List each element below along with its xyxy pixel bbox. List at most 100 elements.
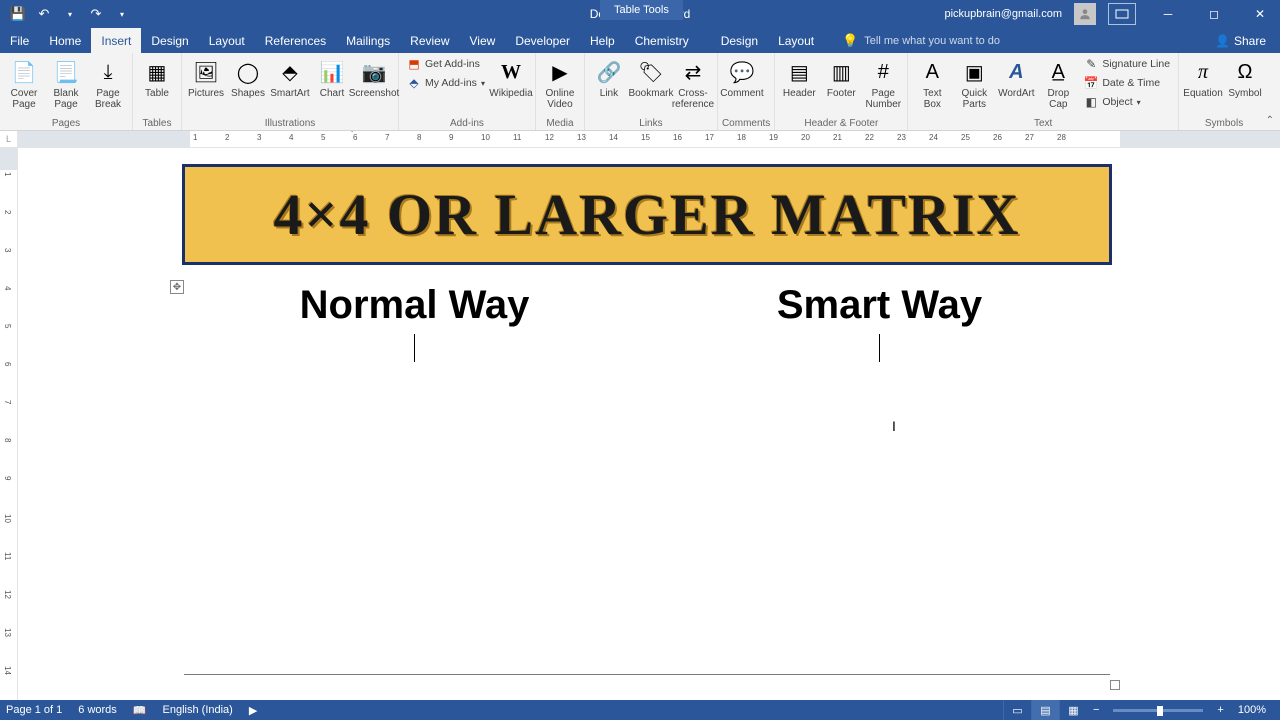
tab-table-design[interactable]: Design bbox=[711, 28, 768, 53]
comment-button[interactable]: 💬Comment bbox=[722, 55, 762, 99]
table-button[interactable]: ▦Table bbox=[137, 55, 177, 99]
screenshot-button[interactable]: 📷Screenshot bbox=[354, 55, 394, 99]
tell-me-search[interactable]: 💡 Tell me what you want to do bbox=[842, 28, 1000, 53]
pagenumber-button[interactable]: #PageNumber bbox=[863, 55, 903, 110]
avatar-icon[interactable] bbox=[1074, 3, 1096, 25]
equation-icon: π bbox=[1189, 57, 1217, 87]
tab-table-layout[interactable]: Layout bbox=[768, 28, 824, 53]
tab-references[interactable]: References bbox=[255, 28, 336, 53]
read-mode-button[interactable]: ▭ bbox=[1003, 700, 1031, 720]
link-button[interactable]: 🔗Link bbox=[589, 55, 629, 99]
ruler-vertical[interactable]: 1234567891011121314 bbox=[0, 148, 18, 700]
status-page[interactable]: Page 1 of 1 bbox=[6, 704, 62, 716]
wordart-button[interactable]: AWordArt bbox=[996, 55, 1036, 99]
blank-page-label: BlankPage bbox=[53, 88, 78, 110]
zoom-level[interactable]: 100% bbox=[1230, 704, 1274, 716]
tab-help[interactable]: Help bbox=[580, 28, 625, 53]
table-resize-handle[interactable] bbox=[1110, 680, 1120, 690]
chart-button[interactable]: 📊Chart bbox=[312, 55, 352, 99]
tab-review[interactable]: Review bbox=[400, 28, 459, 53]
title-banner[interactable]: 4×4 OR LARGER MATRIX bbox=[182, 164, 1112, 265]
spellcheck-icon[interactable]: 📖 bbox=[133, 704, 147, 717]
macro-icon[interactable]: ▶ bbox=[249, 704, 257, 717]
wikipedia-button[interactable]: WWikipedia bbox=[491, 55, 531, 99]
date-time-button[interactable]: 📅Date & Time bbox=[1080, 74, 1174, 92]
web-layout-button[interactable]: ▦ bbox=[1059, 700, 1087, 720]
minimize-button[interactable]: ─ bbox=[1148, 0, 1188, 28]
print-layout-button[interactable]: ▤ bbox=[1031, 700, 1059, 720]
blank-page-button[interactable]: 📃BlankPage bbox=[46, 55, 86, 110]
ribbon-display-icon[interactable] bbox=[1108, 3, 1136, 25]
status-language[interactable]: English (India) bbox=[163, 704, 233, 716]
group-links-label: Links bbox=[589, 118, 713, 130]
tab-chemistry[interactable]: Chemistry bbox=[625, 28, 699, 53]
equation-button[interactable]: πEquation bbox=[1183, 55, 1223, 99]
quickparts-icon: ▣ bbox=[960, 57, 988, 87]
cursor-arrow-icon: ↖ bbox=[345, 131, 354, 135]
left-heading: Normal Way bbox=[194, 283, 635, 328]
header-button[interactable]: ▤Header bbox=[779, 55, 819, 99]
tab-design[interactable]: Design bbox=[141, 28, 198, 53]
qat-customize-icon[interactable]: ▾ bbox=[114, 6, 130, 22]
wikipedia-label: Wikipedia bbox=[489, 88, 532, 99]
ruler-v-tick: 14 bbox=[3, 666, 12, 675]
qat-dropdown-icon[interactable]: ▾ bbox=[62, 6, 78, 22]
redo-icon[interactable]: ↷ bbox=[88, 6, 104, 22]
tab-developer[interactable]: Developer bbox=[505, 28, 580, 53]
page-canvas[interactable]: ✥ 4×4 OR LARGER MATRIX Normal Way Smart … bbox=[18, 148, 1280, 700]
object-button[interactable]: ◧Object ▾ bbox=[1080, 93, 1174, 111]
ruler-horizontal[interactable]: 1234567891011121314151617181920212223242… bbox=[18, 131, 1280, 147]
symbol-button[interactable]: ΩSymbol bbox=[1225, 55, 1265, 99]
footer-label: Footer bbox=[827, 88, 856, 99]
header-label: Header bbox=[783, 88, 816, 99]
get-addins-button[interactable]: ⬒Get Add-ins bbox=[403, 55, 489, 73]
column-left[interactable]: Normal Way bbox=[182, 273, 647, 372]
footer-button[interactable]: ▥Footer bbox=[821, 55, 861, 99]
my-addins-label: My Add-ins bbox=[425, 77, 477, 89]
dropcap-button[interactable]: A̲DropCap bbox=[1038, 55, 1078, 110]
tab-layout[interactable]: Layout bbox=[199, 28, 255, 53]
tab-view[interactable]: View bbox=[460, 28, 506, 53]
status-words[interactable]: 6 words bbox=[78, 704, 117, 716]
maximize-button[interactable]: ◻ bbox=[1194, 0, 1234, 28]
share-button[interactable]: 👤 Share bbox=[1201, 28, 1280, 53]
zoom-slider[interactable] bbox=[1113, 709, 1203, 712]
bookmark-label: Bookmark bbox=[628, 88, 673, 99]
tab-mailings[interactable]: Mailings bbox=[336, 28, 400, 53]
undo-icon[interactable]: ↶ bbox=[36, 6, 52, 22]
online-video-button[interactable]: ▶OnlineVideo bbox=[540, 55, 580, 110]
tab-insert[interactable]: Insert bbox=[91, 28, 141, 53]
smartart-button[interactable]: ⬘SmartArt bbox=[270, 55, 310, 99]
date-time-label: Date & Time bbox=[1102, 77, 1160, 89]
zoom-thumb[interactable] bbox=[1157, 706, 1163, 716]
cover-page-button[interactable]: 📄CoverPage bbox=[4, 55, 44, 110]
group-comments-label: Comments bbox=[722, 118, 770, 130]
collapse-ribbon-icon[interactable]: ⌃ bbox=[1266, 115, 1274, 126]
zoom-out-button[interactable]: − bbox=[1087, 704, 1105, 716]
tab-home[interactable]: Home bbox=[39, 28, 91, 53]
textbox-button[interactable]: ATextBox bbox=[912, 55, 952, 110]
my-addins-button[interactable]: ⬘My Add-ins ▾ bbox=[403, 74, 489, 92]
table-move-handle[interactable]: ✥ bbox=[170, 280, 184, 294]
ruler-h-tick: 13 bbox=[577, 133, 586, 142]
ruler-h-tick: 21 bbox=[833, 133, 842, 142]
group-illustrations: 🖼Pictures ◯Shapes ⬘SmartArt 📊Chart 📷Scre… bbox=[182, 53, 399, 130]
signature-line-button[interactable]: ✎Signature Line bbox=[1080, 55, 1174, 73]
table-bottom-border bbox=[184, 674, 1110, 675]
pictures-button[interactable]: 🖼Pictures bbox=[186, 55, 226, 99]
text-cursor-icon: I bbox=[892, 418, 896, 434]
comment-icon: 💬 bbox=[728, 57, 756, 87]
shapes-button[interactable]: ◯Shapes bbox=[228, 55, 268, 99]
page-break-button[interactable]: ⤓PageBreak bbox=[88, 55, 128, 110]
save-icon[interactable]: 💾 bbox=[10, 6, 26, 22]
column-right[interactable]: Smart Way I bbox=[647, 273, 1112, 372]
tab-selector[interactable]: L bbox=[0, 131, 18, 147]
chart-label: Chart bbox=[320, 88, 344, 99]
crossref-button[interactable]: ⇄Cross-reference bbox=[673, 55, 713, 110]
zoom-in-button[interactable]: + bbox=[1211, 704, 1229, 716]
quickparts-button[interactable]: ▣QuickParts bbox=[954, 55, 994, 110]
tab-file[interactable]: File bbox=[0, 28, 39, 53]
close-button[interactable]: ✕ bbox=[1240, 0, 1280, 28]
account-email[interactable]: pickupbrain@gmail.com bbox=[944, 8, 1062, 20]
bookmark-button[interactable]: 🏷Bookmark bbox=[631, 55, 671, 99]
